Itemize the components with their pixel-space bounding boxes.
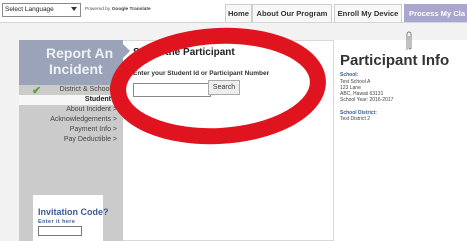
step-payment-info[interactable]: Payment Info > xyxy=(19,125,123,135)
nav-about[interactable]: About Our Program xyxy=(252,4,332,22)
language-select-value: Select Language xyxy=(5,6,54,13)
nav-process-label: Process My Cla xyxy=(409,9,466,18)
nav-process-claim[interactable]: Process My Cla xyxy=(404,4,467,22)
sidebar-title-line1: Report An xyxy=(46,45,114,61)
participant-info-panel xyxy=(333,40,467,241)
step-acknowledgements[interactable]: Acknowledgements > xyxy=(19,115,123,125)
invitation-code-box: Invitation Code? Enter it here xyxy=(33,195,109,241)
nav-home[interactable]: Home xyxy=(225,4,252,22)
participant-info-title: Participant Info xyxy=(340,52,450,69)
checkmark-icon: ✔ xyxy=(32,85,42,97)
participant-id-label: Enter your Student Id or Participant Num… xyxy=(133,70,270,77)
school-line: School Year: 2016-2017 xyxy=(340,97,394,103)
powered-by-text: Powered by Google Translate xyxy=(85,7,151,12)
invitation-code-input[interactable] xyxy=(38,226,82,236)
pointer-arrow-icon xyxy=(123,44,130,58)
language-select[interactable]: Select Language xyxy=(2,3,81,17)
invitation-title: Invitation Code? xyxy=(38,207,109,217)
page-title: Select the Participant xyxy=(133,47,235,58)
invitation-subtitle: Enter it here xyxy=(38,219,76,225)
step-about-incident[interactable]: About Incident > xyxy=(19,105,123,115)
school-label: School: xyxy=(340,72,359,78)
participant-id-input[interactable] xyxy=(133,83,211,97)
search-button[interactable]: Search xyxy=(208,80,240,95)
google-translate-link[interactable]: Google Translate xyxy=(112,7,151,12)
step-pay-deductible[interactable]: Pay Deductible > xyxy=(19,135,123,145)
sidebar-header: Report An Incident xyxy=(19,40,123,85)
top-bar: Select Language Powered by Google Transl… xyxy=(0,0,467,23)
nav-enroll[interactable]: Enroll My Device xyxy=(334,4,402,22)
district-value: Test District 2 xyxy=(340,116,371,122)
nav-enroll-label: Enroll My Device xyxy=(337,9,399,18)
chevron-down-icon[interactable] xyxy=(71,7,77,11)
nav-about-label: About Our Program xyxy=(256,9,328,18)
powered-by-label: Powered by xyxy=(85,7,111,12)
sidebar-title-line2: Incident xyxy=(49,61,103,77)
nav-home-label: Home xyxy=(227,9,250,18)
paperclip-icon xyxy=(406,31,412,50)
